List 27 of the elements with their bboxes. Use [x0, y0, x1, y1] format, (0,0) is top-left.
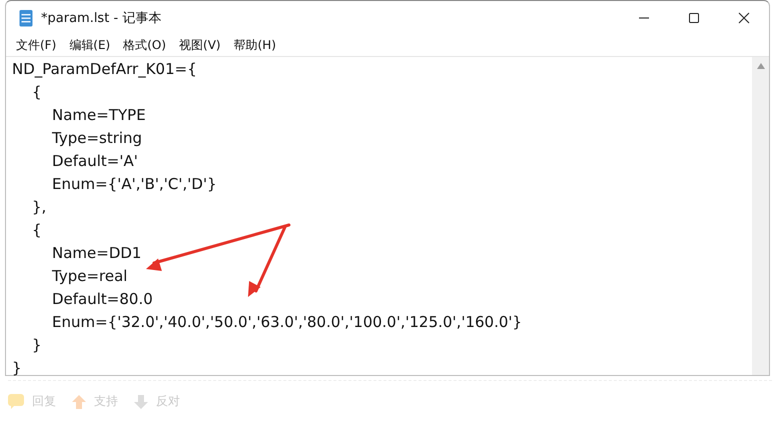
- maximize-icon: [688, 12, 700, 24]
- menu-item[interactable]: 视图(V): [179, 36, 221, 54]
- code-line: Default=80.0: [51, 289, 154, 310]
- menu-item[interactable]: 帮助(H): [234, 36, 276, 54]
- code-line: Type=string: [51, 128, 144, 149]
- code-line: Name=DD1: [51, 243, 142, 264]
- close-icon: [738, 12, 750, 24]
- up-arrow-icon[interactable]: [72, 394, 86, 408]
- menu-item[interactable]: 文件(F): [16, 36, 56, 54]
- down-arrow-icon[interactable]: [134, 394, 148, 408]
- code-line: Enum={'32.0','40.0','50.0','63.0','80.0','100.0','125.0','160.0'}: [51, 312, 523, 333]
- scroll-up-icon[interactable]: [756, 63, 764, 69]
- code-line: {: [31, 82, 43, 103]
- code-line: }: [31, 335, 43, 356]
- menu-item[interactable]: 编辑(E): [69, 36, 110, 54]
- menu-item[interactable]: 格式(O): [123, 36, 166, 54]
- code-line: },: [31, 197, 48, 218]
- code-line: {: [31, 220, 43, 241]
- notepad-icon: [19, 8, 33, 26]
- code-line: Name=TYPE: [51, 105, 147, 126]
- code-line: Enum={'A','B','C','D'}: [51, 174, 218, 195]
- window-title: *param.lst - 记事本: [41, 10, 162, 26]
- scrollbar[interactable]: [752, 57, 769, 375]
- speech-bubble-icon[interactable]: [8, 394, 24, 409]
- code-line: Type=real: [51, 266, 128, 287]
- code-line: Default='A': [51, 151, 139, 172]
- code-line: ND_ParamDefArr_K01={: [12, 59, 198, 80]
